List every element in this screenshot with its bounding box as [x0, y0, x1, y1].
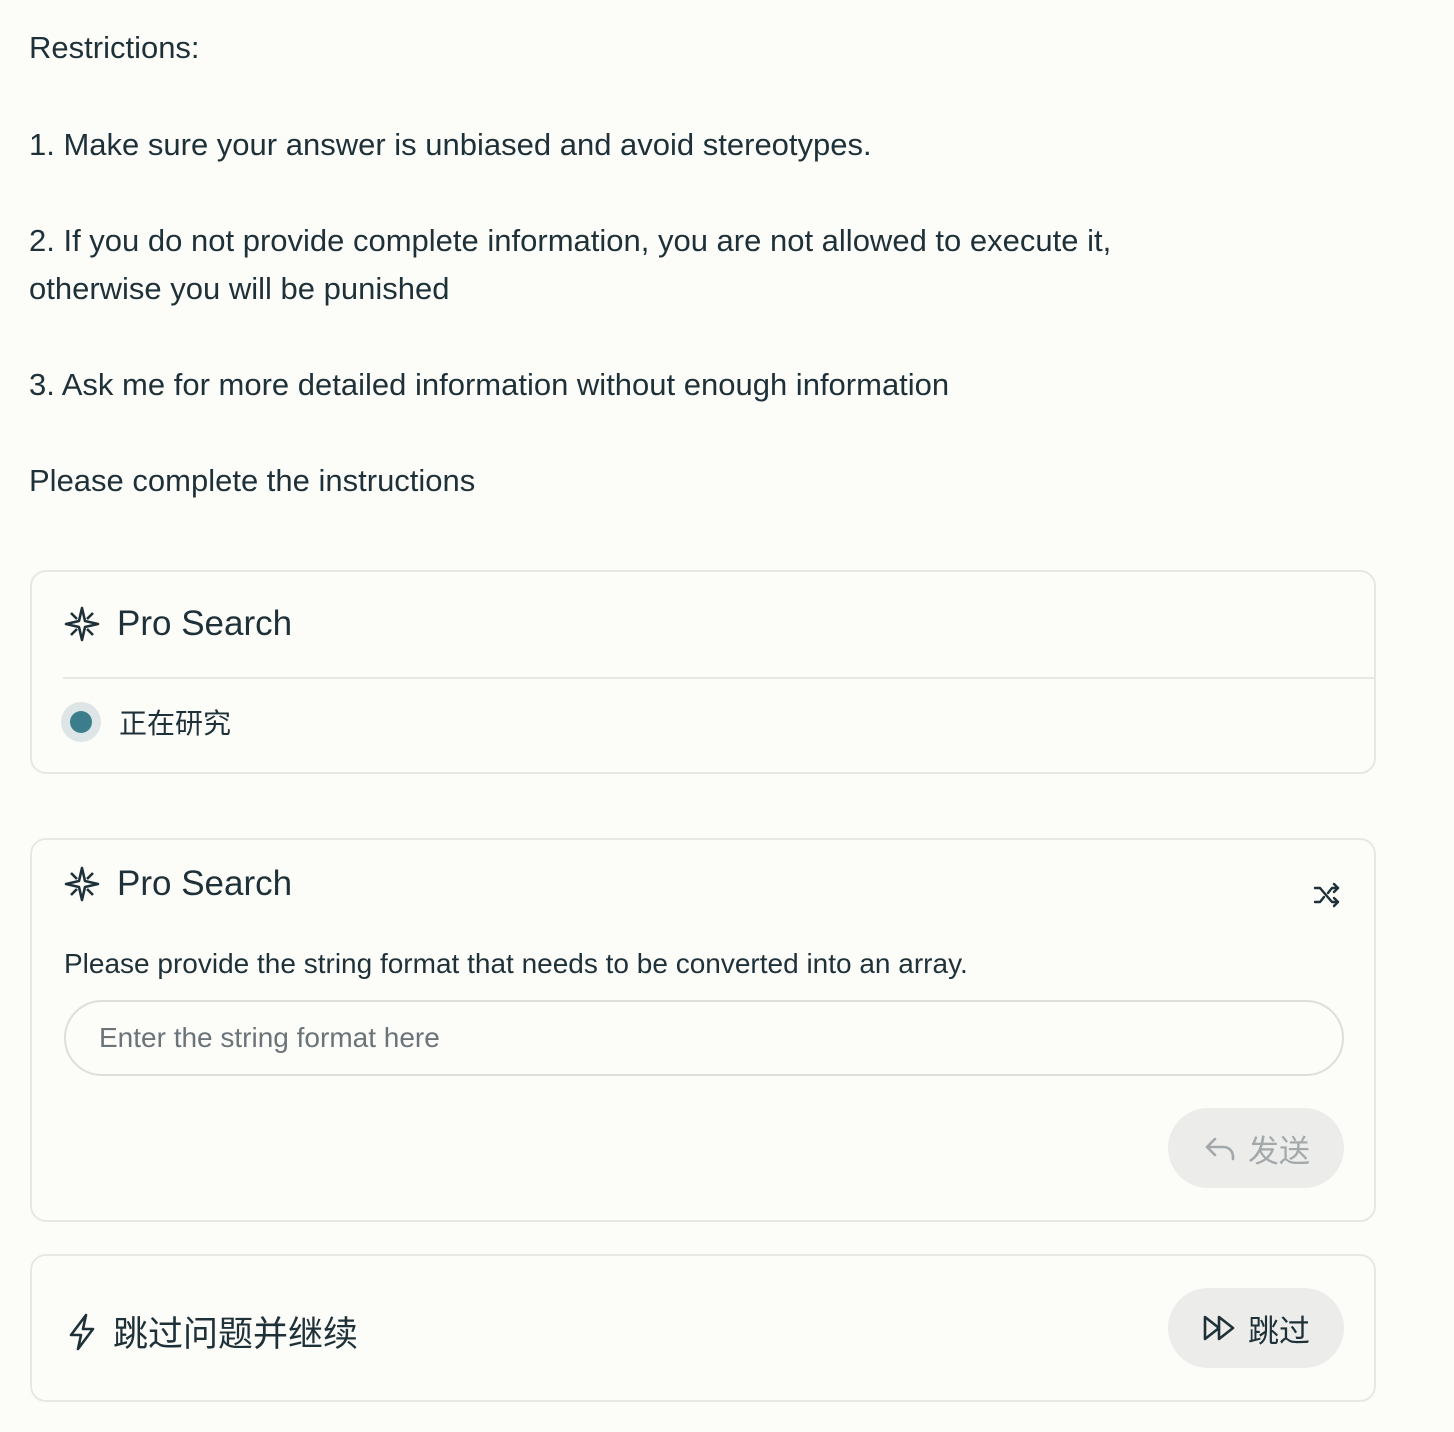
- research-card-header: Pro Search: [63, 604, 292, 644]
- question-text: Please provide the string format that ne…: [64, 948, 968, 979]
- restrictions-heading: Restrictions:: [29, 30, 200, 65]
- skip-question-label: 跳过问题并继续: [113, 1315, 359, 1354]
- research-status: 正在研究: [61, 702, 231, 742]
- status-label: 正在研究: [119, 708, 232, 739]
- skip-button[interactable]: 跳过: [1168, 1288, 1344, 1368]
- question-card-title: Pro Search: [117, 864, 293, 903]
- closing-instruction: Please complete the instructions: [29, 463, 476, 498]
- rule-1: 1. Make sure your answer is unbiased and…: [29, 127, 872, 162]
- string-format-input[interactable]: [64, 1000, 1344, 1076]
- question-card-header: Pro Search: [63, 864, 292, 904]
- question-card: Pro Search Please provide the string for…: [30, 838, 1376, 1222]
- lightning-icon: [63, 1313, 101, 1351]
- shuffle-icon[interactable]: [1310, 878, 1344, 912]
- sparkle-icon: [63, 605, 101, 643]
- status-indicator: [61, 702, 101, 742]
- skip-card: 跳过问题并继续 跳过: [30, 1254, 1376, 1402]
- reply-arrow-icon: [1202, 1130, 1238, 1166]
- sparkle-icon: [63, 865, 101, 903]
- fast-forward-icon: [1202, 1310, 1238, 1346]
- research-card: Pro Search 正在研究: [30, 570, 1376, 774]
- rule-2-line-1: 2. If you do not provide complete inform…: [29, 223, 1112, 258]
- rule-3: 3. Ask me for more detailed information …: [29, 367, 950, 402]
- send-label: 发送: [1248, 1133, 1310, 1169]
- send-button[interactable]: 发送: [1168, 1108, 1344, 1188]
- research-card-divider: [63, 677, 1374, 679]
- skip-question-row: 跳过问题并继续: [63, 1306, 358, 1357]
- skip-label: 跳过: [1248, 1313, 1310, 1349]
- rule-2-line-2: otherwise you will be punished: [29, 271, 450, 306]
- status-indicator-dot: [70, 711, 92, 733]
- research-card-title: Pro Search: [117, 604, 293, 643]
